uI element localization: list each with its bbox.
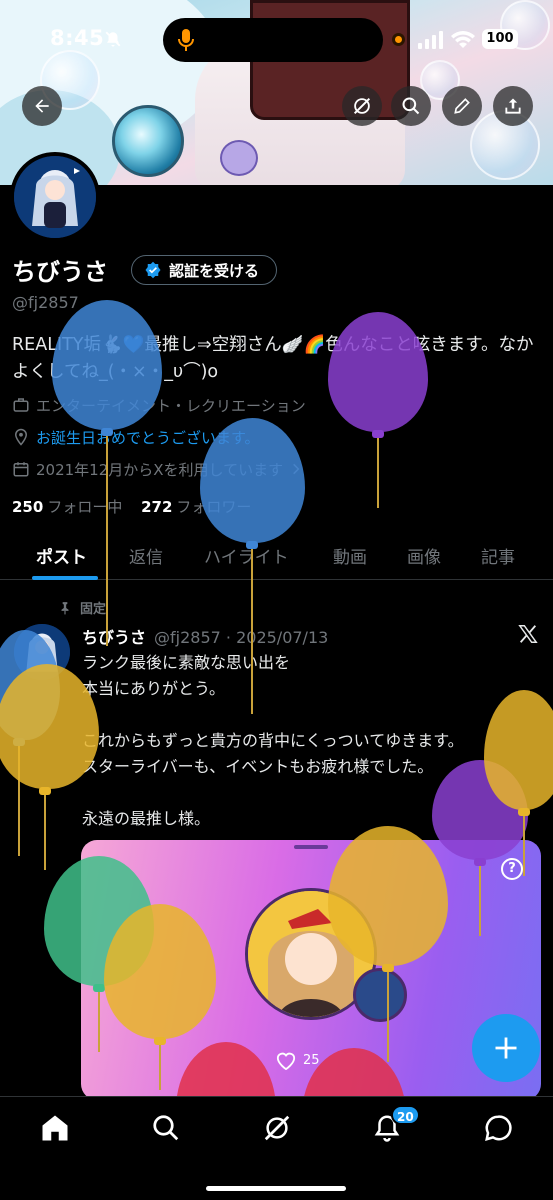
status-bar: 8:45 100 [0, 18, 553, 62]
cellular-signal-icon [418, 31, 443, 49]
notifications-badge: 20 [391, 1105, 420, 1125]
recording-indicator-icon [392, 33, 405, 46]
balloon-yellow [484, 690, 553, 890]
status-time: 8:45 [50, 26, 105, 50]
edit-profile-button[interactable] [442, 86, 482, 126]
balloon-purple [328, 312, 428, 512]
location-pin-icon [14, 428, 28, 446]
briefcase-icon [13, 398, 29, 412]
verified-badge-icon [145, 261, 161, 279]
avatar-image [14, 156, 96, 238]
balloon-yellow [328, 826, 448, 1066]
search-nav-icon[interactable] [151, 1113, 181, 1143]
battery-indicator: 100 [482, 29, 518, 49]
profile-name: ちびうさ [12, 258, 108, 286]
messages-icon[interactable] [483, 1113, 513, 1143]
share-icon [505, 98, 521, 114]
following-count: 250 [12, 498, 44, 516]
home-icon[interactable] [40, 1113, 70, 1143]
tab-videos[interactable]: 動画 [333, 543, 367, 568]
back-arrow-icon [35, 99, 49, 113]
search-icon [402, 97, 420, 115]
plus-icon [495, 1037, 517, 1059]
home-indicator [206, 1186, 346, 1191]
edit-icon [454, 98, 470, 114]
wifi-icon [451, 31, 475, 48]
grok-nav-icon[interactable] [262, 1113, 292, 1143]
calendar-icon [13, 462, 29, 477]
bottom-nav: 20 [0, 1096, 553, 1200]
banner-art-nail [220, 140, 258, 176]
balloon-blue [200, 418, 305, 718]
search-button[interactable] [391, 86, 431, 126]
grok-button[interactable] [342, 86, 382, 126]
card-handle-bar [294, 845, 328, 849]
x-logo-icon[interactable] [517, 623, 539, 645]
balloon-yellow [0, 664, 99, 874]
mic-icon [178, 29, 194, 51]
compose-button[interactable] [472, 1014, 540, 1082]
bell-off-icon [105, 31, 121, 47]
balloon-red [302, 1048, 406, 1102]
heart-icon [276, 1052, 296, 1070]
share-button[interactable] [493, 86, 533, 126]
balloon-blue [52, 300, 162, 650]
get-verified-label: 認証を受ける [169, 261, 260, 280]
tab-articles[interactable]: 記事 [481, 543, 515, 568]
grok-icon [353, 97, 371, 115]
balloon-red [176, 1042, 276, 1102]
back-button[interactable] [22, 86, 62, 126]
dynamic-island [163, 18, 383, 62]
get-verified-button[interactable]: 認証を受ける [131, 255, 277, 285]
tab-images[interactable]: 画像 [407, 543, 441, 568]
profile-avatar[interactable] [10, 152, 100, 242]
banner-art-eye [112, 105, 184, 177]
